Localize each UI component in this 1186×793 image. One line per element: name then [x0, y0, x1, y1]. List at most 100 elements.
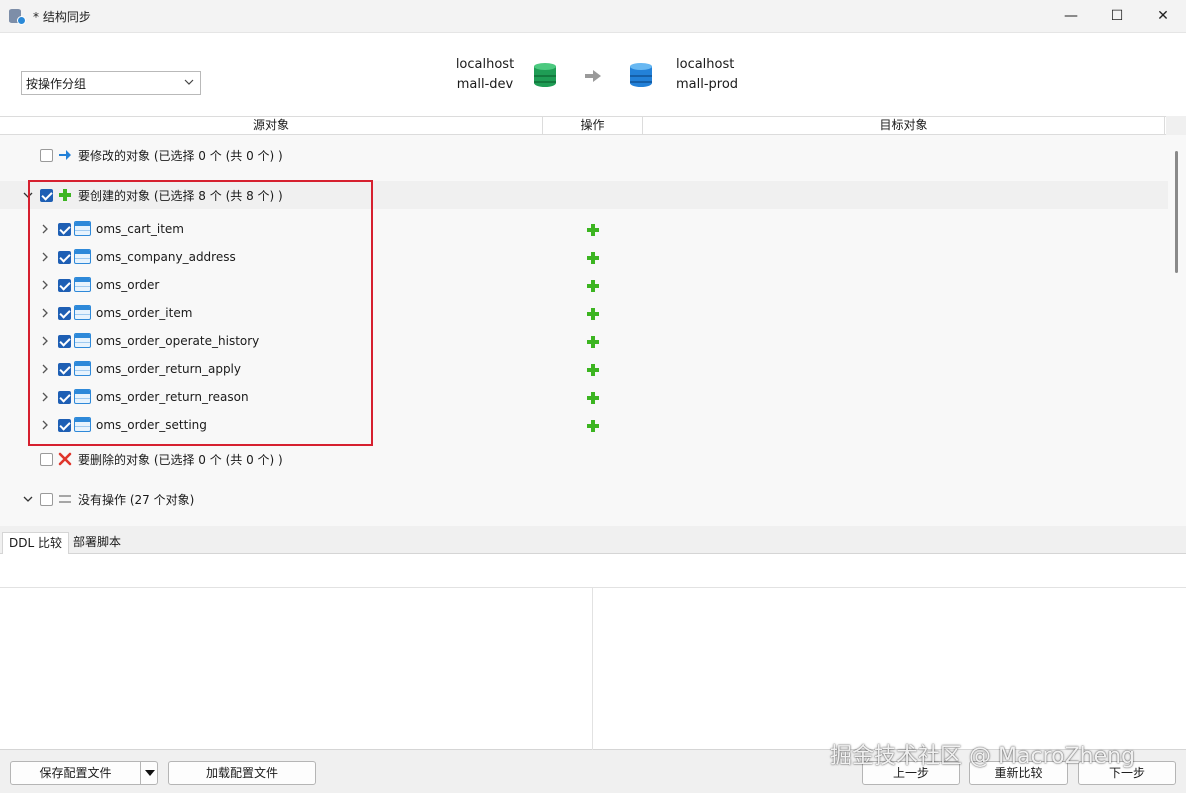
plus-icon: [587, 224, 599, 236]
table-icon: [74, 249, 91, 264]
item-checkbox[interactable]: [58, 307, 71, 320]
column-header: 源对象 操作 目标对象: [0, 116, 1166, 135]
item-checkbox[interactable]: [58, 391, 71, 404]
equals-icon: [59, 495, 71, 503]
plus-icon: [587, 364, 599, 376]
item-name: oms_order_return_reason: [96, 390, 249, 404]
column-source[interactable]: 源对象: [0, 117, 543, 134]
chevron-right-icon[interactable]: [40, 252, 50, 262]
close-button[interactable]: ✕: [1140, 0, 1186, 32]
plus-icon: [587, 280, 599, 292]
plus-icon: [587, 420, 599, 432]
table-row[interactable]: oms_order_return_reason: [0, 383, 1168, 411]
chevron-down-icon[interactable]: [23, 190, 33, 200]
item-checkbox[interactable]: [58, 363, 71, 376]
table-icon: [74, 417, 91, 432]
group-none-label: 没有操作 (27 个对象): [78, 492, 195, 507]
source-host: localhost: [455, 57, 515, 72]
window-title: * 结构同步: [33, 9, 91, 24]
chevron-right-icon[interactable]: [40, 336, 50, 346]
plus-icon: [587, 336, 599, 348]
chevron-right-icon[interactable]: [40, 224, 50, 234]
table-icon: [74, 333, 91, 348]
item-name: oms_cart_item: [96, 222, 184, 236]
maximize-button[interactable]: ☐: [1094, 0, 1140, 32]
ddl-compare-pane: [0, 554, 1186, 750]
table-icon: [74, 361, 91, 376]
pane-divider: [0, 587, 1186, 588]
plus-icon: [59, 189, 71, 201]
table-row[interactable]: oms_company_address: [0, 243, 1168, 271]
database-green-icon: [534, 63, 556, 89]
load-config-button[interactable]: 加载配置文件: [168, 761, 316, 785]
plus-icon: [587, 392, 599, 404]
save-config-button[interactable]: 保存配置文件: [10, 761, 141, 785]
item-checkbox[interactable]: [58, 251, 71, 264]
chevron-right-icon[interactable]: [40, 308, 50, 318]
plus-icon: [587, 252, 599, 264]
table-row[interactable]: oms_order: [0, 271, 1168, 299]
object-tree: 要修改的对象 (已选择 0 个 (共 0 个) ) 要创建的对象 (已选择 8 …: [0, 135, 1168, 526]
source-connection: localhost mall-dev: [440, 55, 530, 95]
item-name: oms_company_address: [96, 250, 236, 264]
group-modify-row[interactable]: 要修改的对象 (已选择 0 个 (共 0 个) ): [0, 141, 1168, 169]
save-config-dropdown-button[interactable]: [140, 761, 158, 785]
target-database: mall-prod: [676, 77, 739, 92]
cross-icon: [58, 452, 72, 466]
chevron-right-icon[interactable]: [40, 392, 50, 402]
group-delete-row[interactable]: 要删除的对象 (已选择 0 个 (共 0 个) ): [0, 445, 1168, 473]
plus-icon: [587, 308, 599, 320]
scrollbar-thumb[interactable]: [1175, 151, 1178, 273]
chevron-right-icon[interactable]: [40, 364, 50, 374]
watermark: 掘金技术社区 @ MacroZheng: [830, 744, 1136, 769]
table-row[interactable]: oms_cart_item: [0, 215, 1168, 243]
table-row[interactable]: oms_order_setting: [0, 411, 1168, 439]
table-icon: [74, 389, 91, 404]
group-none-row[interactable]: 没有操作 (27 个对象): [0, 485, 1168, 513]
chevron-down-icon: [184, 79, 194, 85]
tree-scrollbar[interactable]: [1168, 135, 1186, 526]
detail-tabs: DDL 比较 部署脚本: [0, 530, 1186, 554]
connection-panel: 按操作分组 localhost mall-dev localhost mall-…: [0, 32, 1186, 116]
minimize-button[interactable]: —: [1048, 0, 1094, 32]
chevron-right-icon[interactable]: [40, 280, 50, 290]
app-database-sync-icon: [9, 8, 26, 25]
item-name: oms_order_return_apply: [96, 362, 241, 376]
pane-split-divider[interactable]: [592, 588, 593, 750]
title-bar: * 结构同步 — ☐ ✕: [0, 0, 1186, 32]
table-icon: [74, 277, 91, 292]
group-modify-label: 要修改的对象 (已选择 0 个 (共 0 个) ): [78, 148, 283, 163]
item-name: oms_order: [96, 278, 160, 292]
table-row[interactable]: oms_order_item: [0, 299, 1168, 327]
item-checkbox[interactable]: [58, 335, 71, 348]
database-blue-icon: [630, 63, 652, 89]
arrow-right-icon: [59, 150, 71, 160]
group-delete-checkbox[interactable]: [40, 453, 53, 466]
tab-ddl-compare[interactable]: DDL 比较: [2, 532, 69, 554]
item-name: oms_order_operate_history: [96, 334, 260, 348]
item-name: oms_order_setting: [96, 418, 207, 432]
tab-deploy-script[interactable]: 部署脚本: [67, 532, 127, 554]
window-controls: — ☐ ✕: [1048, 0, 1186, 32]
table-row[interactable]: oms_order_return_apply: [0, 355, 1168, 383]
group-create-row[interactable]: 要创建的对象 (已选择 8 个 (共 8 个) ): [0, 181, 1168, 209]
group-by-select[interactable]: 按操作分组: [21, 71, 201, 95]
table-icon: [74, 221, 91, 236]
item-checkbox[interactable]: [58, 419, 71, 432]
table-row[interactable]: oms_order_operate_history: [0, 327, 1168, 355]
chevron-down-icon[interactable]: [23, 494, 33, 504]
table-icon: [74, 305, 91, 320]
item-checkbox[interactable]: [58, 279, 71, 292]
group-create-checkbox[interactable]: [40, 189, 53, 202]
source-database: mall-dev: [456, 77, 514, 92]
item-name: oms_order_item: [96, 306, 193, 320]
chevron-right-icon[interactable]: [40, 420, 50, 430]
arrow-right-icon: [585, 70, 601, 82]
group-by-value: 按操作分组: [26, 76, 87, 91]
group-create-label: 要创建的对象 (已选择 8 个 (共 8 个) ): [78, 188, 283, 203]
group-none-checkbox[interactable]: [40, 493, 53, 506]
group-modify-checkbox[interactable]: [40, 149, 53, 162]
column-operation[interactable]: 操作: [543, 117, 643, 134]
item-checkbox[interactable]: [58, 223, 71, 236]
column-target[interactable]: 目标对象: [643, 117, 1165, 134]
